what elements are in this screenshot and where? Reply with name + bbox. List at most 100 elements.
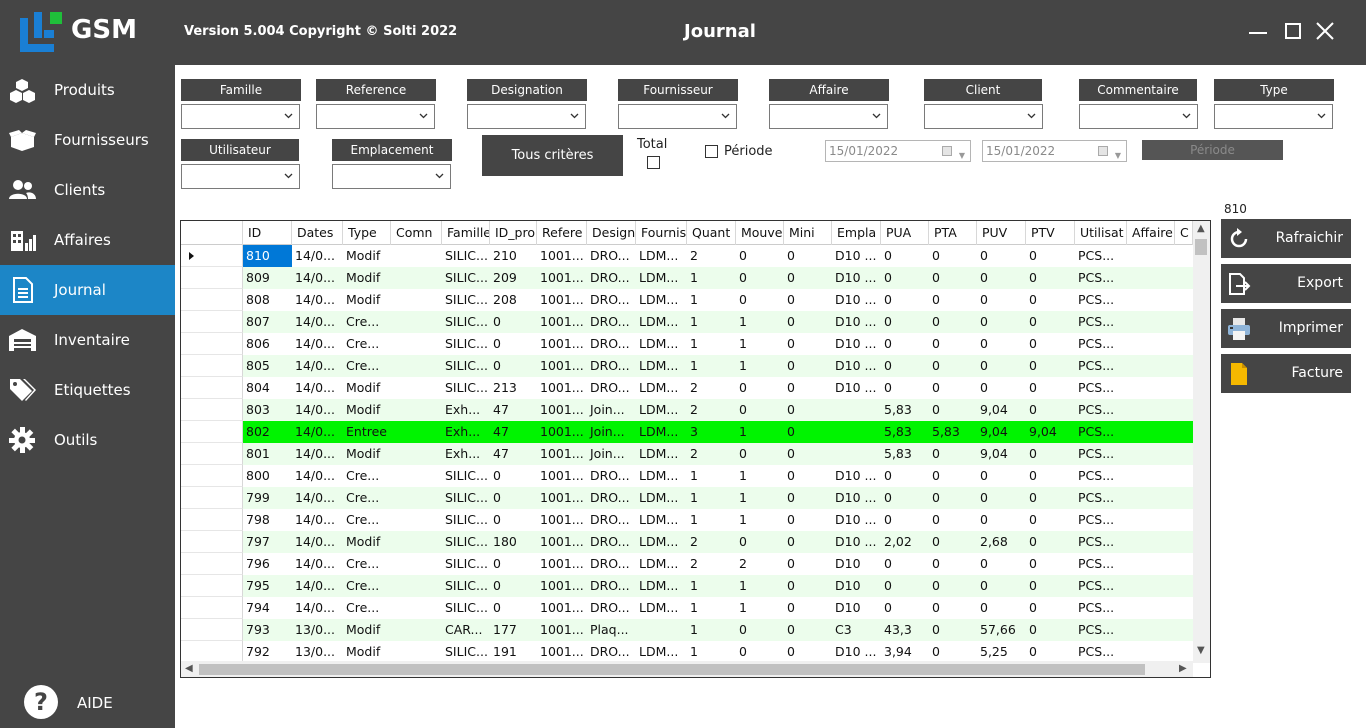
vertical-scroll-thumb[interactable]	[1195, 239, 1207, 255]
table-cell[interactable]: 0	[1026, 465, 1075, 487]
table-cell[interactable]: 0	[929, 245, 977, 267]
table-cell[interactable]: Cre...	[343, 509, 391, 531]
table-cell[interactable]	[1127, 465, 1175, 487]
table-cell[interactable]: Plaq...	[587, 619, 636, 641]
table-cell[interactable]: SILIC...	[442, 575, 490, 597]
table-cell[interactable]: 0	[784, 399, 832, 421]
export-button[interactable]: Export	[1221, 264, 1351, 303]
row-header[interactable]	[181, 289, 243, 311]
table-cell[interactable]	[1127, 531, 1175, 553]
table-cell[interactable]: 809	[243, 267, 292, 289]
table-cell[interactable]: 14/0...	[292, 575, 343, 597]
table-cell[interactable]: 1	[736, 421, 784, 443]
table-cell[interactable]: 799	[243, 487, 292, 509]
table-cell[interactable]: Join...	[587, 399, 636, 421]
table-cell[interactable]: 13/0...	[292, 641, 343, 663]
table-cell[interactable]: 14/0...	[292, 597, 343, 619]
table-cell[interactable]: 1001...	[537, 421, 587, 443]
table-cell[interactable]: 1	[687, 487, 736, 509]
table-cell[interactable]: 0	[1026, 267, 1075, 289]
column-header[interactable]: Dates	[292, 221, 343, 245]
table-cell[interactable]: DRO...	[587, 509, 636, 531]
table-cell[interactable]: PCS...	[1075, 333, 1127, 355]
table-cell[interactable]: 0	[784, 487, 832, 509]
table-cell[interactable]: 0	[736, 399, 784, 421]
sidebar-item-affaires[interactable]: Affaires	[0, 215, 175, 265]
table-cell[interactable]: 0	[736, 289, 784, 311]
rafraichir-button[interactable]: Rafraichir	[1221, 219, 1351, 258]
table-cell[interactable]: 801	[243, 443, 292, 465]
table-cell[interactable]: 14/0...	[292, 377, 343, 399]
table-row[interactable]: 795 14/0... Cre... SILIC... 0 1001... DRO... LD…	[181, 575, 1193, 597]
periode-button[interactable]: Période	[1142, 140, 1283, 160]
table-cell[interactable]: LDM...	[636, 487, 687, 509]
table-cell[interactable]: 1001...	[537, 399, 587, 421]
table-cell[interactable]: DRO...	[587, 289, 636, 311]
table-cell[interactable]	[391, 509, 442, 531]
table-cell[interactable]: 14/0...	[292, 465, 343, 487]
table-cell[interactable]: 213	[490, 377, 537, 399]
table-cell[interactable]: DRO...	[587, 245, 636, 267]
table-cell[interactable]	[391, 465, 442, 487]
table-cell[interactable]: 0	[977, 289, 1026, 311]
sidebar-item-produits[interactable]: Produits	[0, 65, 175, 115]
row-header[interactable]	[181, 619, 243, 641]
table-cell[interactable]	[1127, 311, 1175, 333]
table-cell[interactable]: Cre...	[343, 465, 391, 487]
table-cell[interactable]: 0	[881, 465, 929, 487]
table-cell[interactable]: SILIC...	[442, 289, 490, 311]
table-cell[interactable]: Modif	[343, 289, 391, 311]
table-cell[interactable]: 1001...	[537, 597, 587, 619]
table-cell[interactable]: 1	[687, 289, 736, 311]
table-cell[interactable]: 1	[687, 465, 736, 487]
table-cell[interactable]: 47	[490, 421, 537, 443]
table-cell[interactable]: 0	[490, 333, 537, 355]
table-cell[interactable]: D10 ...	[832, 487, 881, 509]
table-cell[interactable]: 43,3	[881, 619, 929, 641]
table-cell[interactable]: D10	[832, 575, 881, 597]
column-header[interactable]: Famille	[442, 221, 490, 245]
row-header[interactable]	[181, 421, 243, 443]
row-header[interactable]	[181, 399, 243, 421]
table-cell[interactable]: D10	[832, 553, 881, 575]
table-cell[interactable]: 0	[1026, 575, 1075, 597]
table-cell[interactable]: 0	[736, 531, 784, 553]
table-cell[interactable]: 0	[736, 245, 784, 267]
table-cell[interactable]: D10 ...	[832, 531, 881, 553]
table-cell[interactable]: SILIC...	[442, 311, 490, 333]
table-cell[interactable]	[391, 619, 442, 641]
table-row[interactable]: 805 14/0... Cre... SILIC... 0 1001... DRO... LD…	[181, 355, 1193, 377]
table-cell[interactable]: 0	[977, 377, 1026, 399]
table-row[interactable]: 808 14/0... Modif SILIC... 208 1001... DRO... L…	[181, 289, 1193, 311]
table-row[interactable]: 807 14/0... Cre... SILIC... 0 1001... DRO... LD…	[181, 311, 1193, 333]
table-cell[interactable]: Join...	[587, 421, 636, 443]
table-cell[interactable]	[391, 531, 442, 553]
table-row[interactable]: 802 14/0... Entree Exh... 47 1001... Join... LD…	[181, 421, 1193, 443]
row-header[interactable]	[181, 333, 243, 355]
table-cell[interactable]: 5,25	[977, 641, 1026, 663]
table-cell[interactable]: 0	[929, 443, 977, 465]
table-cell[interactable]: PCS...	[1075, 531, 1127, 553]
table-cell[interactable]: Cre...	[343, 597, 391, 619]
sidebar-item-etiquettes[interactable]: Etiquettes	[0, 365, 175, 415]
table-cell[interactable]: PCS...	[1075, 553, 1127, 575]
table-row[interactable]: 810 14/0... Modif SILIC... 210 1001... DRO... L…	[181, 245, 1193, 267]
table-cell[interactable]: 14/0...	[292, 289, 343, 311]
table-cell[interactable]: 0	[977, 311, 1026, 333]
table-cell[interactable]: 1	[736, 575, 784, 597]
table-cell[interactable]: 2	[687, 245, 736, 267]
table-cell[interactable]: DRO...	[587, 377, 636, 399]
row-header[interactable]	[181, 267, 243, 289]
table-cell[interactable]: Modif	[343, 267, 391, 289]
table-cell[interactable]	[391, 289, 442, 311]
table-cell[interactable]: 9,04	[977, 443, 1026, 465]
column-header[interactable]: PTA	[929, 221, 977, 245]
table-cell[interactable]: 0	[929, 487, 977, 509]
table-cell[interactable]: 0	[1026, 619, 1075, 641]
table-cell[interactable]: 5,83	[881, 443, 929, 465]
table-cell[interactable]: 1001...	[537, 355, 587, 377]
minimize-button[interactable]	[1247, 20, 1269, 42]
table-cell[interactable]: 0	[881, 575, 929, 597]
table-cell[interactable]: 0	[881, 267, 929, 289]
table-cell[interactable]: 0	[490, 311, 537, 333]
